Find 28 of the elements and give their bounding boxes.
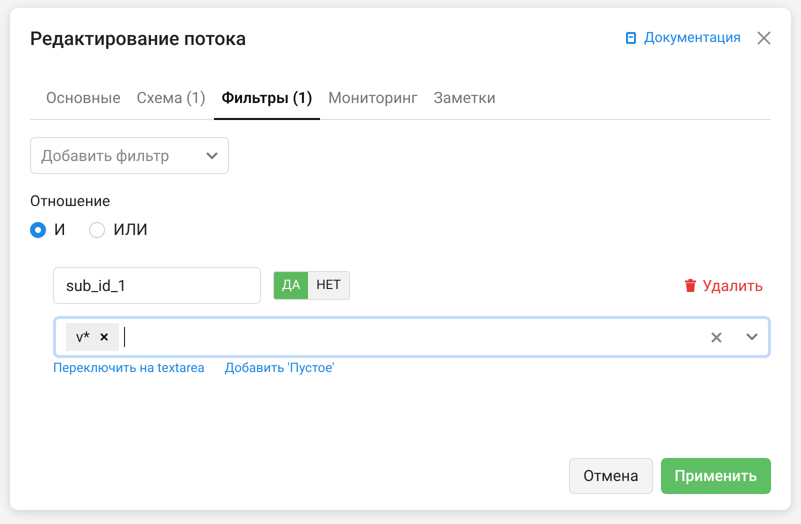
chevron-down-icon — [746, 333, 758, 341]
toggle-button[interactable]: ДА — [274, 272, 308, 299]
dialog-title: Редактирование потока — [30, 26, 246, 50]
cancel-button[interactable]: Отмена — [569, 458, 653, 494]
radio-option[interactable]: И — [30, 220, 66, 239]
book-icon — [626, 32, 636, 44]
delete-button[interactable]: Удалить — [679, 276, 769, 296]
clear-icon[interactable] — [711, 332, 722, 342]
tag-remove-button[interactable]: × — [100, 328, 108, 346]
chevron-down-icon — [206, 152, 218, 160]
action-link[interactable]: Добавить 'Пустое' — [224, 361, 334, 376]
add-filter-select[interactable]: Добавить фильтр — [30, 137, 229, 174]
close-button[interactable] — [757, 31, 771, 45]
field-input[interactable]: sub_id_1 — [53, 267, 261, 304]
tab[interactable]: Заметки — [426, 81, 504, 120]
documentation-link[interactable]: Документация — [626, 30, 741, 46]
action-link[interactable]: Переключить на textarea — [53, 361, 205, 376]
tab[interactable]: Фильтры (1) — [214, 81, 320, 120]
tag-label: v* — [76, 328, 90, 346]
radio-option[interactable]: ИЛИ — [89, 220, 148, 239]
toggle-button[interactable]: НЕТ — [308, 272, 349, 299]
relation-label: Отношение — [30, 192, 112, 210]
trash-icon — [685, 279, 696, 292]
tab[interactable]: Схема (1) — [128, 81, 214, 120]
values-input[interactable]: v* × — [53, 316, 771, 358]
tab[interactable]: Основные — [38, 81, 129, 120]
apply-button[interactable]: Применить — [660, 458, 771, 494]
tab[interactable]: Мониторинг — [320, 81, 426, 120]
